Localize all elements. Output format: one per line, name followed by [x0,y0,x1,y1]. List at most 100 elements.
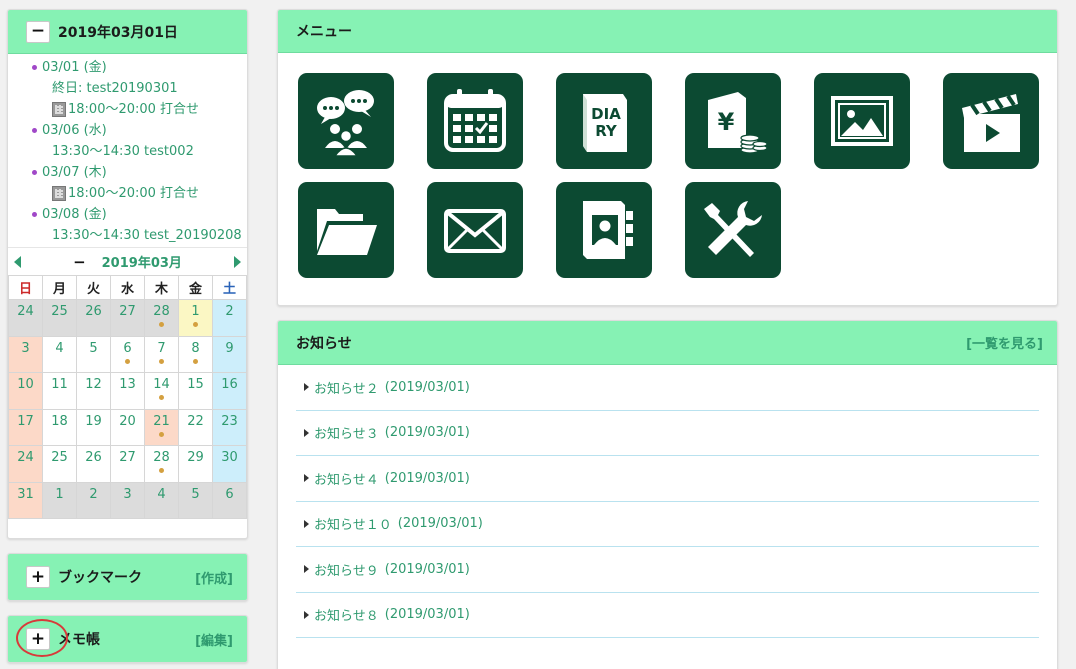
event-dot-icon [193,358,198,364]
schedule-panel-header: − 2019年03月01日 [8,10,247,54]
calendar-day[interactable]: 2 [212,299,247,337]
calendar-day[interactable]: 24 [8,445,43,483]
calendar-day-number: 31 [17,486,34,502]
event-detail[interactable]: 18:00～20:00 打合せ [8,183,247,204]
calendar-day[interactable]: 31 [8,481,43,519]
prev-month-icon[interactable] [14,255,21,268]
menu-title: メニュー [296,24,352,40]
calendar-day[interactable]: 12 [76,372,111,410]
event-date[interactable]: 03/01 (金) [8,57,247,78]
calendar-day[interactable]: 25 [42,299,77,337]
event-dot-icon [159,468,164,473]
calendar-tile[interactable] [427,73,523,169]
calendar-day[interactable]: 6 [212,481,247,519]
calendar-day-number: 3 [21,340,30,356]
calendar-day[interactable]: 18 [42,408,77,446]
calendar-day[interactable]: 4 [42,335,77,373]
event-dot-icon [159,358,164,364]
event-dot-icon [193,322,198,327]
event-detail[interactable]: 13:30～14:30 test_20190208 [8,225,247,246]
calendar-day[interactable]: 5 [76,335,111,373]
calendar-day[interactable]: 11 [42,372,77,410]
calendar-day[interactable]: 6 [110,335,145,373]
news-item-date: (2019/03/01) [384,561,470,577]
folder-tile[interactable] [298,182,394,278]
calendar-day[interactable]: 3 [110,481,145,519]
view-all-news-link[interactable]: [一覧を見る] [966,333,1043,352]
calendar-day[interactable]: 25 [42,445,77,483]
calendar-day[interactable]: 16 [212,372,247,410]
create-bookmark-link[interactable]: [作成] [195,568,233,587]
calendar-day[interactable]: 20 [110,408,145,446]
diary-text-1: DIA [591,105,621,123]
expand-memo-button[interactable]: + [26,628,50,650]
expense-tile[interactable]: ¥ [685,73,781,169]
calendar-day[interactable]: 26 [76,445,111,483]
calendar-day[interactable]: 10 [8,372,43,410]
bookmark-panel-header: + ブックマーク [作成] [8,554,247,600]
calendar-day[interactable]: 7 [144,335,179,373]
event-detail-text: 18:00～20:00 打合せ [68,102,200,117]
event-date[interactable]: 03/06 (水) [8,120,247,141]
calendar-day-number: 7 [157,340,166,356]
calendar-day[interactable]: 28 [144,299,179,337]
event-date[interactable]: 03/08 (金) [8,204,247,225]
news-item[interactable]: お知らせ３ (2019/03/01) [296,411,1039,456]
calendar-day[interactable]: 27 [110,299,145,337]
news-panel-header: お知らせ [一覧を見る] [278,321,1057,365]
calendar-day[interactable]: 27 [110,445,145,483]
calendar-day[interactable]: 21 [144,408,179,446]
calendar-day[interactable]: 29 [178,445,213,483]
calendar-day-number: 6 [225,486,234,502]
address-book-tile[interactable] [556,182,652,278]
calendar-day[interactable]: 17 [8,408,43,446]
edit-memo-link[interactable]: [編集] [195,630,233,649]
collapse-calendar-button[interactable]: − [73,253,86,271]
diary-tile[interactable]: DIA RY [556,73,652,169]
mail-icon [444,209,506,253]
collapse-schedule-button[interactable]: − [26,20,50,43]
calendar-day[interactable]: 14 [144,372,179,410]
calendar-day[interactable]: 3 [8,335,43,373]
calendar-day-number: 11 [51,377,68,392]
video-tile[interactable] [943,73,1039,169]
calendar-day[interactable]: 9 [212,335,247,373]
next-month-icon[interactable] [233,255,241,268]
image-tile[interactable] [814,73,910,169]
event-detail[interactable]: 終日: test20190301 [8,78,247,99]
weekday-header: 金 [178,275,213,300]
event-list: 03/01 (金) 終日: test20190301 18:00～20:00 打合せ… [8,54,247,246]
calendar-day[interactable]: 5 [178,481,213,519]
event-date[interactable]: 03/07 (木) [8,162,247,183]
event-detail[interactable]: 13:30～14:30 test002 [8,141,247,162]
chat-group-tile[interactable] [298,73,394,169]
calendar-day[interactable]: 23 [212,408,247,446]
caret-right-icon [304,383,309,392]
diary-icon: DIA RY [583,94,627,152]
calendar-day[interactable]: 13 [110,372,145,410]
calendar-day[interactable]: 2 [76,481,111,519]
calendar-day[interactable]: 1 [42,481,77,519]
news-item[interactable]: お知らせ８ (2019/03/01) [296,593,1039,638]
calendar-day[interactable]: 26 [76,299,111,337]
news-list: お知らせ２ (2019/03/01) お知らせ３ (2019/03/01) お知らせ４ (… [278,365,1057,638]
caret-right-icon [304,565,309,574]
calendar-day[interactable]: 4 [144,481,179,519]
calendar-day[interactable]: 15 [178,372,213,410]
calendar-day[interactable]: 1 [178,299,213,337]
news-item[interactable]: お知らせ２ (2019/03/01) [296,365,1039,411]
tools-tile[interactable] [685,182,781,278]
calendar-day[interactable]: 28 [144,445,179,483]
news-item[interactable]: お知らせ９ (2019/03/01) [296,547,1039,593]
event-detail[interactable]: 18:00～20:00 打合せ [8,99,247,120]
calendar-day[interactable]: 8 [178,335,213,373]
calendar-day[interactable]: 22 [178,408,213,446]
calendar-day[interactable]: 30 [212,445,247,483]
schedule-panel: − 2019年03月01日 03/01 (金) 終日: test20190301 1… [7,9,248,539]
news-item[interactable]: お知らせ４ (2019/03/01) [296,456,1039,502]
news-item[interactable]: お知らせ１０ (2019/03/01) [296,502,1039,547]
calendar-day[interactable]: 19 [76,408,111,446]
calendar-day[interactable]: 24 [8,299,43,337]
mail-tile[interactable] [427,182,523,278]
expand-bookmark-button[interactable]: + [26,566,50,588]
